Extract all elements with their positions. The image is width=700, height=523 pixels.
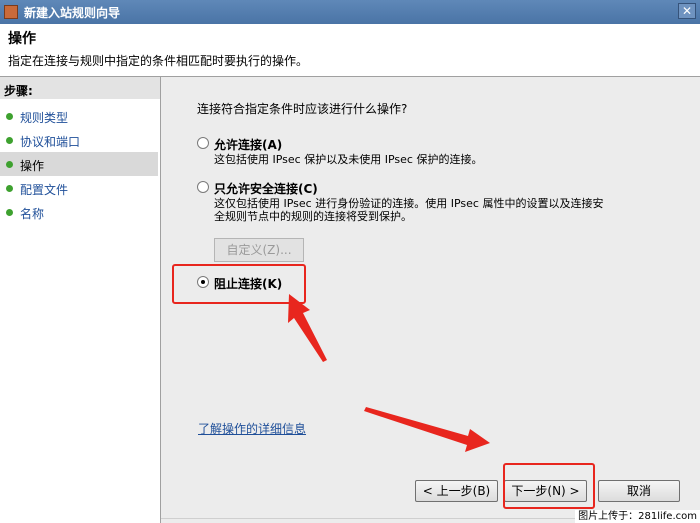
arrow-to-next-button bbox=[364, 407, 490, 452]
arrow-to-block-option bbox=[288, 294, 327, 362]
watermark: 图片上传于：281life.com bbox=[575, 510, 700, 523]
annotation-arrows bbox=[288, 294, 490, 452]
